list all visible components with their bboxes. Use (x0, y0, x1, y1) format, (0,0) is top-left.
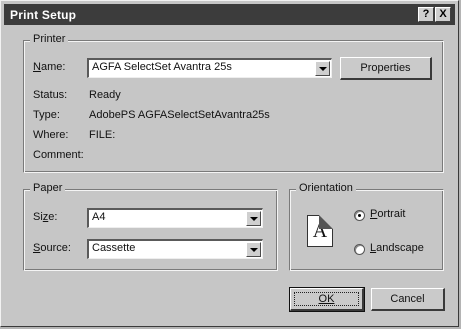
name-label: Name: (33, 61, 66, 73)
source-label: Source: (33, 242, 71, 254)
where-value: FILE: (89, 129, 116, 141)
ok-button[interactable]: OK (289, 287, 365, 312)
cancel-button[interactable]: Cancel (371, 288, 445, 311)
size-label: Size: (33, 211, 58, 223)
printer-group-label: Printer (30, 33, 69, 45)
chevron-down-icon[interactable] (246, 211, 261, 226)
dialog-title: Print Setup (10, 7, 77, 22)
comment-label: Comment: (33, 149, 84, 161)
printer-name-select[interactable]: AGFA SelectSet Avantra 25s (87, 58, 332, 78)
status-label: Status: (33, 89, 68, 101)
landscape-label[interactable]: Landscape (370, 242, 424, 254)
printer-name-value: AGFA SelectSet Avantra 25s (92, 61, 232, 73)
printer-group: Printer Name: AGFA SelectSet Avantra 25s… (23, 33, 444, 173)
portrait-label[interactable]: Portrait (370, 208, 405, 220)
page-portrait-icon: A (307, 215, 333, 247)
close-icon[interactable]: X (435, 7, 451, 22)
properties-button[interactable]: Properties (340, 57, 432, 80)
landscape-radio[interactable] (354, 244, 365, 255)
status-value: Ready (89, 89, 121, 101)
orientation-group-label: Orientation (296, 182, 356, 194)
paper-group-label: Paper (30, 182, 66, 194)
print-setup-dialog: Print Setup ? X Printer Name: AGFA Selec… (0, 0, 459, 327)
paper-size-select[interactable]: A4 (87, 208, 263, 228)
title-bar[interactable]: Print Setup ? X (4, 4, 455, 25)
paper-size-value: A4 (92, 211, 106, 223)
portrait-radio[interactable] (354, 210, 365, 221)
type-value: AdobePS AGFASelectSetAvantra25s (89, 109, 270, 121)
paper-source-select[interactable]: Cassette (87, 239, 263, 259)
orientation-group: Orientation A Portrait Landscape (289, 182, 444, 271)
where-label: Where: (33, 129, 69, 141)
paper-group: Paper Size: A4 Source: Cassette (23, 182, 278, 271)
help-icon[interactable]: ? (418, 7, 434, 22)
chevron-down-icon[interactable] (315, 61, 330, 76)
paper-source-value: Cassette (92, 242, 136, 254)
chevron-down-icon[interactable] (246, 242, 261, 257)
type-label: Type: (33, 109, 60, 121)
